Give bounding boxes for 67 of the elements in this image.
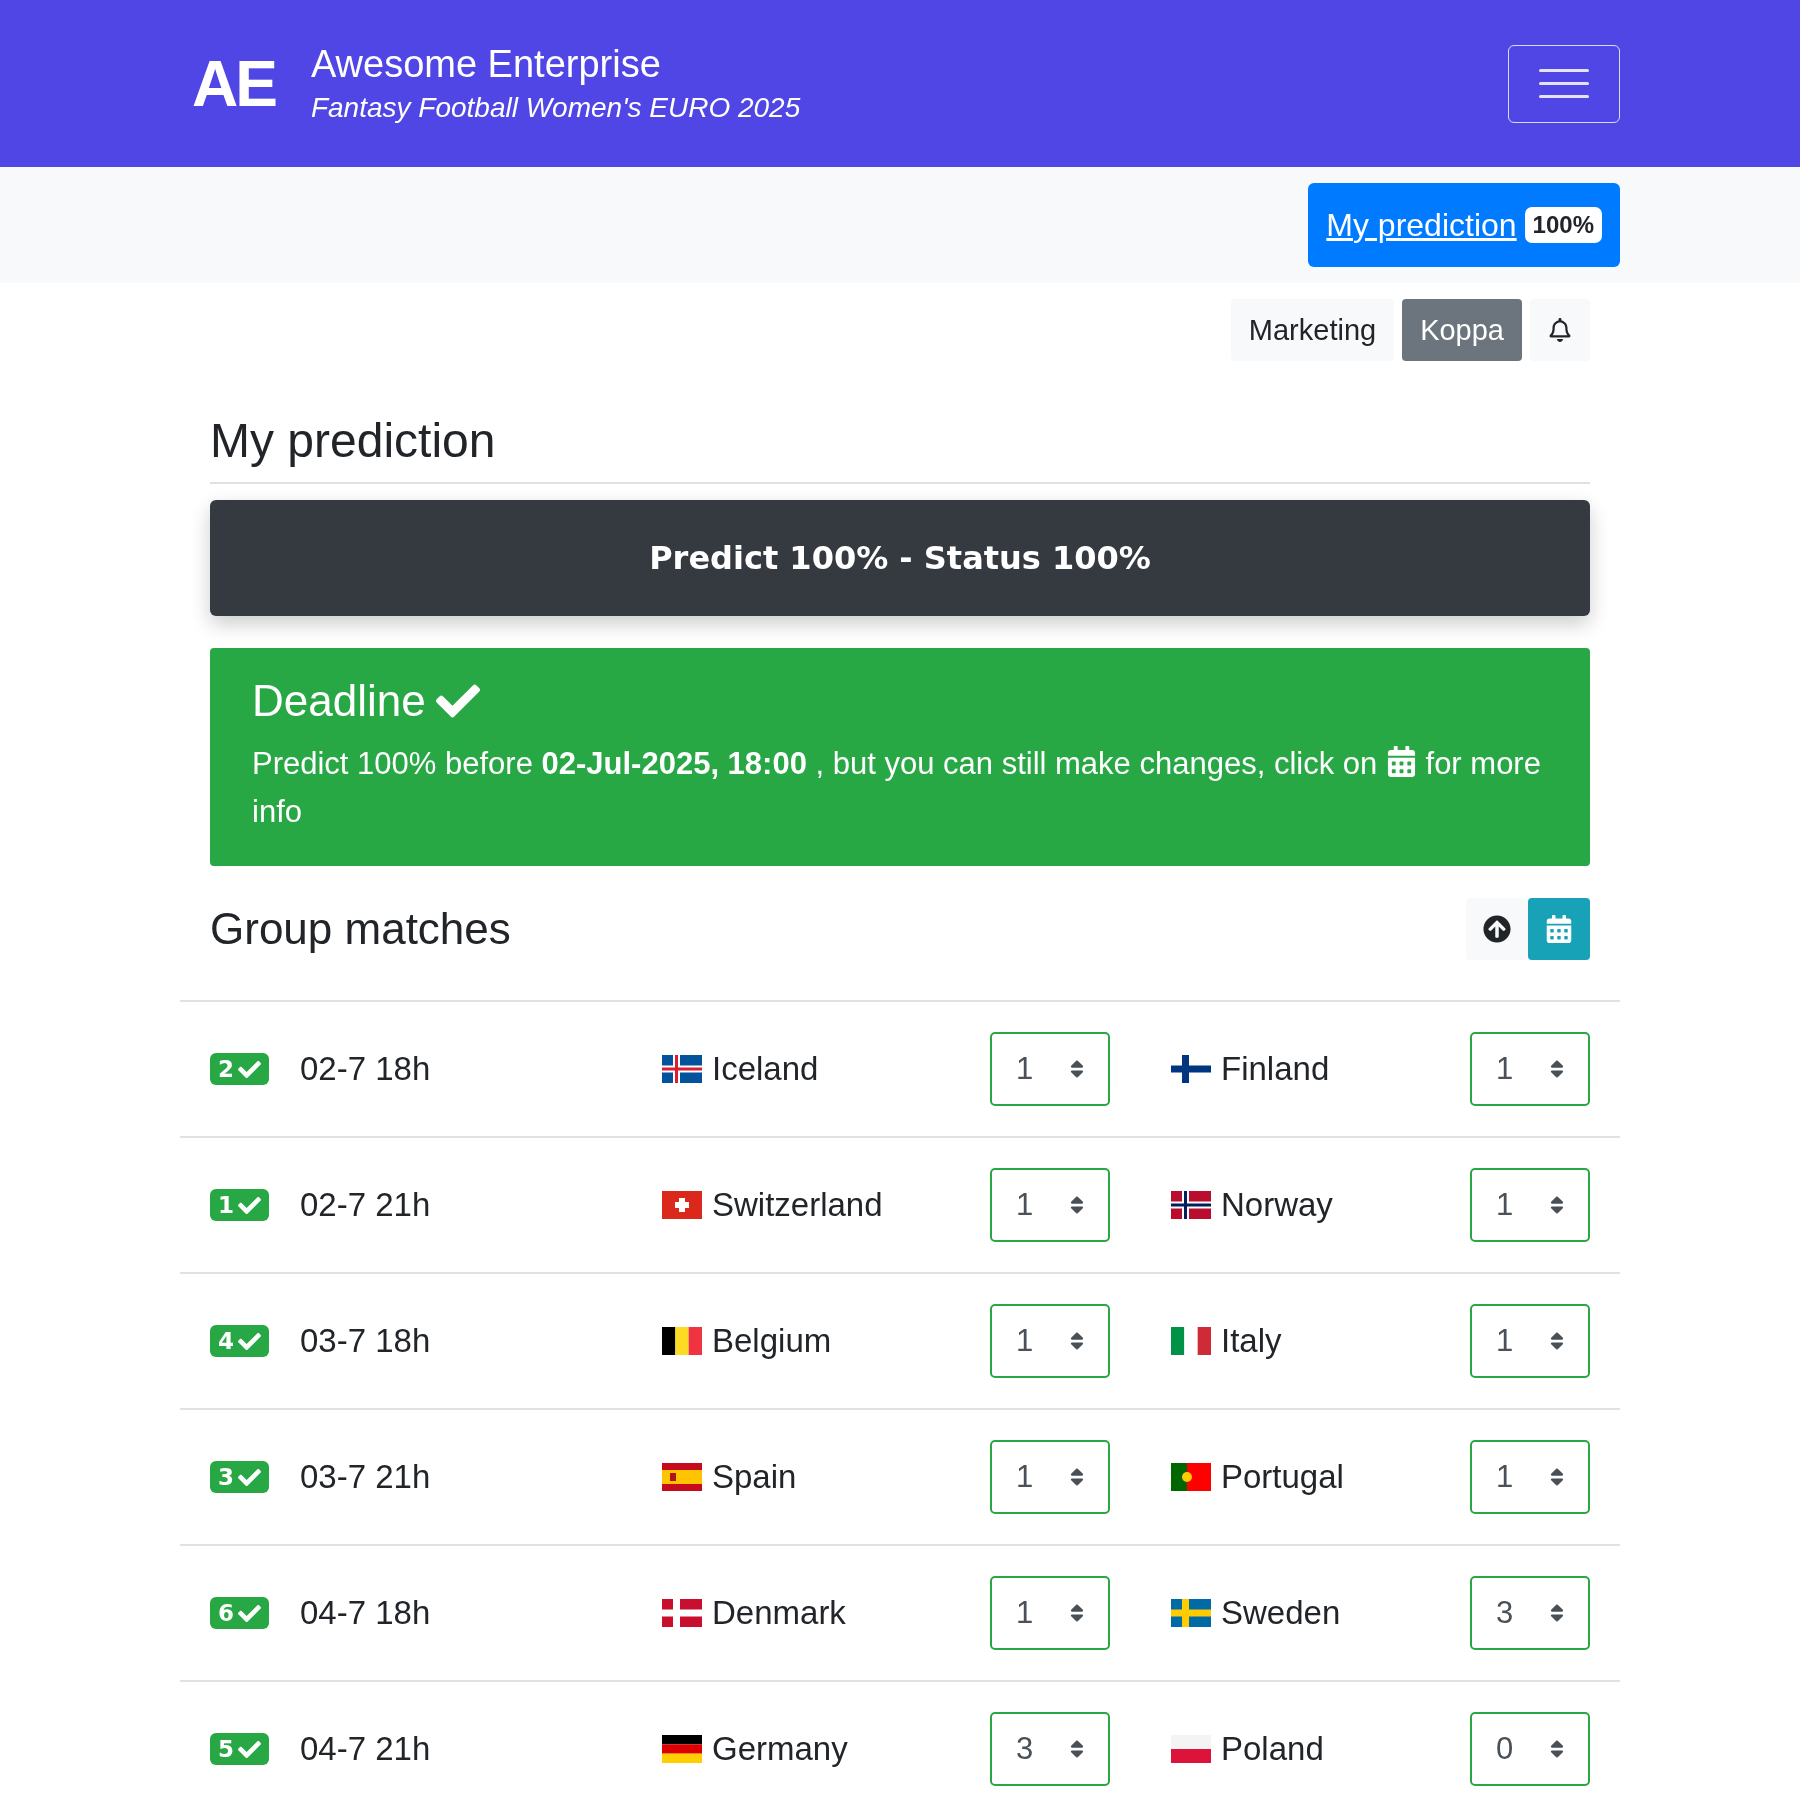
team-name: Finland: [1221, 1050, 1330, 1088]
scroll-up-button[interactable]: [1466, 898, 1528, 960]
team-name: Norway: [1221, 1186, 1333, 1224]
team-name: Spain: [712, 1458, 797, 1496]
flag-icon: [1171, 1191, 1211, 1219]
score-select[interactable]: 1: [1470, 1304, 1590, 1378]
score-select[interactable]: 1: [990, 1576, 1110, 1650]
progress-badge: 100%: [1524, 207, 1602, 243]
score-select[interactable]: 1: [990, 1032, 1110, 1106]
page-title: My prediction: [210, 413, 1590, 484]
arrow-up-icon: [1483, 915, 1511, 943]
score-select[interactable]: 1: [1470, 1440, 1590, 1514]
flag-icon: [1171, 1055, 1211, 1083]
brand-logo[interactable]: AE: [192, 51, 275, 116]
flag-icon: [662, 1599, 702, 1627]
score-select[interactable]: 3: [990, 1712, 1110, 1786]
prediction-count-badge: 6: [210, 1597, 269, 1629]
flag-icon: [662, 1191, 702, 1219]
brand-subtitle: Fantasy Football Women's EURO 2025: [310, 92, 801, 124]
score-select[interactable]: 1: [990, 1440, 1110, 1514]
flag-icon: [1171, 1599, 1211, 1627]
team-name: Portugal: [1221, 1458, 1344, 1496]
team-name: Poland: [1221, 1730, 1324, 1768]
notification-button[interactable]: [1530, 299, 1590, 361]
team-name: Switzerland: [712, 1186, 883, 1224]
team-name: Iceland: [712, 1050, 819, 1088]
prediction-count-badge: 1: [210, 1189, 269, 1221]
prediction-count-badge: 5: [210, 1733, 269, 1765]
alert-text: Predict 100% before 02-Jul-2025, 18:00 , but you can still make changes, click on for more info: [252, 745, 1542, 831]
match-date: 02-7 21h: [300, 1186, 432, 1224]
score-select[interactable]: 3: [1470, 1576, 1590, 1650]
team-name: Belgium: [712, 1322, 832, 1360]
score-select[interactable]: 1: [990, 1168, 1110, 1242]
score-select[interactable]: 1: [1470, 1032, 1590, 1106]
my-prediction-button[interactable]: My prediction 100%: [1308, 183, 1620, 267]
score-select[interactable]: 0: [1470, 1712, 1590, 1786]
menu-button[interactable]: [1508, 44, 1620, 123]
prediction-count-badge: 3: [210, 1461, 269, 1493]
section-title: Group matches: [210, 904, 511, 954]
team-name: Germany: [712, 1730, 848, 1768]
prediction-count-badge: 2: [210, 1053, 269, 1085]
group-button[interactable]: Koppa: [1402, 299, 1522, 361]
prediction-count-badge: 4: [210, 1325, 269, 1357]
score-select[interactable]: 1: [1470, 1168, 1590, 1242]
flag-icon: [1171, 1327, 1211, 1355]
match-date: 03-7 18h: [300, 1322, 432, 1360]
flag-icon: [1171, 1463, 1211, 1491]
match-date: 04-7 21h: [300, 1730, 432, 1768]
flag-icon: [1171, 1735, 1211, 1763]
team-name: Sweden: [1221, 1594, 1341, 1632]
calendar-icon: [1385, 746, 1417, 777]
bell-icon: [1548, 318, 1572, 342]
team-name: Italy: [1221, 1322, 1282, 1360]
status-bar: Predict 100% - Status 100%: [210, 500, 1590, 616]
score-select[interactable]: 1: [990, 1304, 1110, 1378]
alert-title: Deadline: [252, 676, 426, 726]
match-date: 02-7 18h: [300, 1050, 432, 1088]
flag-icon: [662, 1735, 702, 1763]
flag-icon: [662, 1055, 702, 1083]
team-name: Denmark: [712, 1594, 846, 1632]
flag-icon: [662, 1327, 702, 1355]
match-date: 04-7 18h: [300, 1594, 432, 1632]
flag-icon: [662, 1463, 702, 1491]
match-date: 03-7 21h: [300, 1458, 432, 1496]
calendar-icon: [1545, 915, 1573, 943]
brand-title: Awesome Enterprise: [310, 43, 662, 86]
group-button[interactable]: Marketing: [1230, 299, 1395, 361]
